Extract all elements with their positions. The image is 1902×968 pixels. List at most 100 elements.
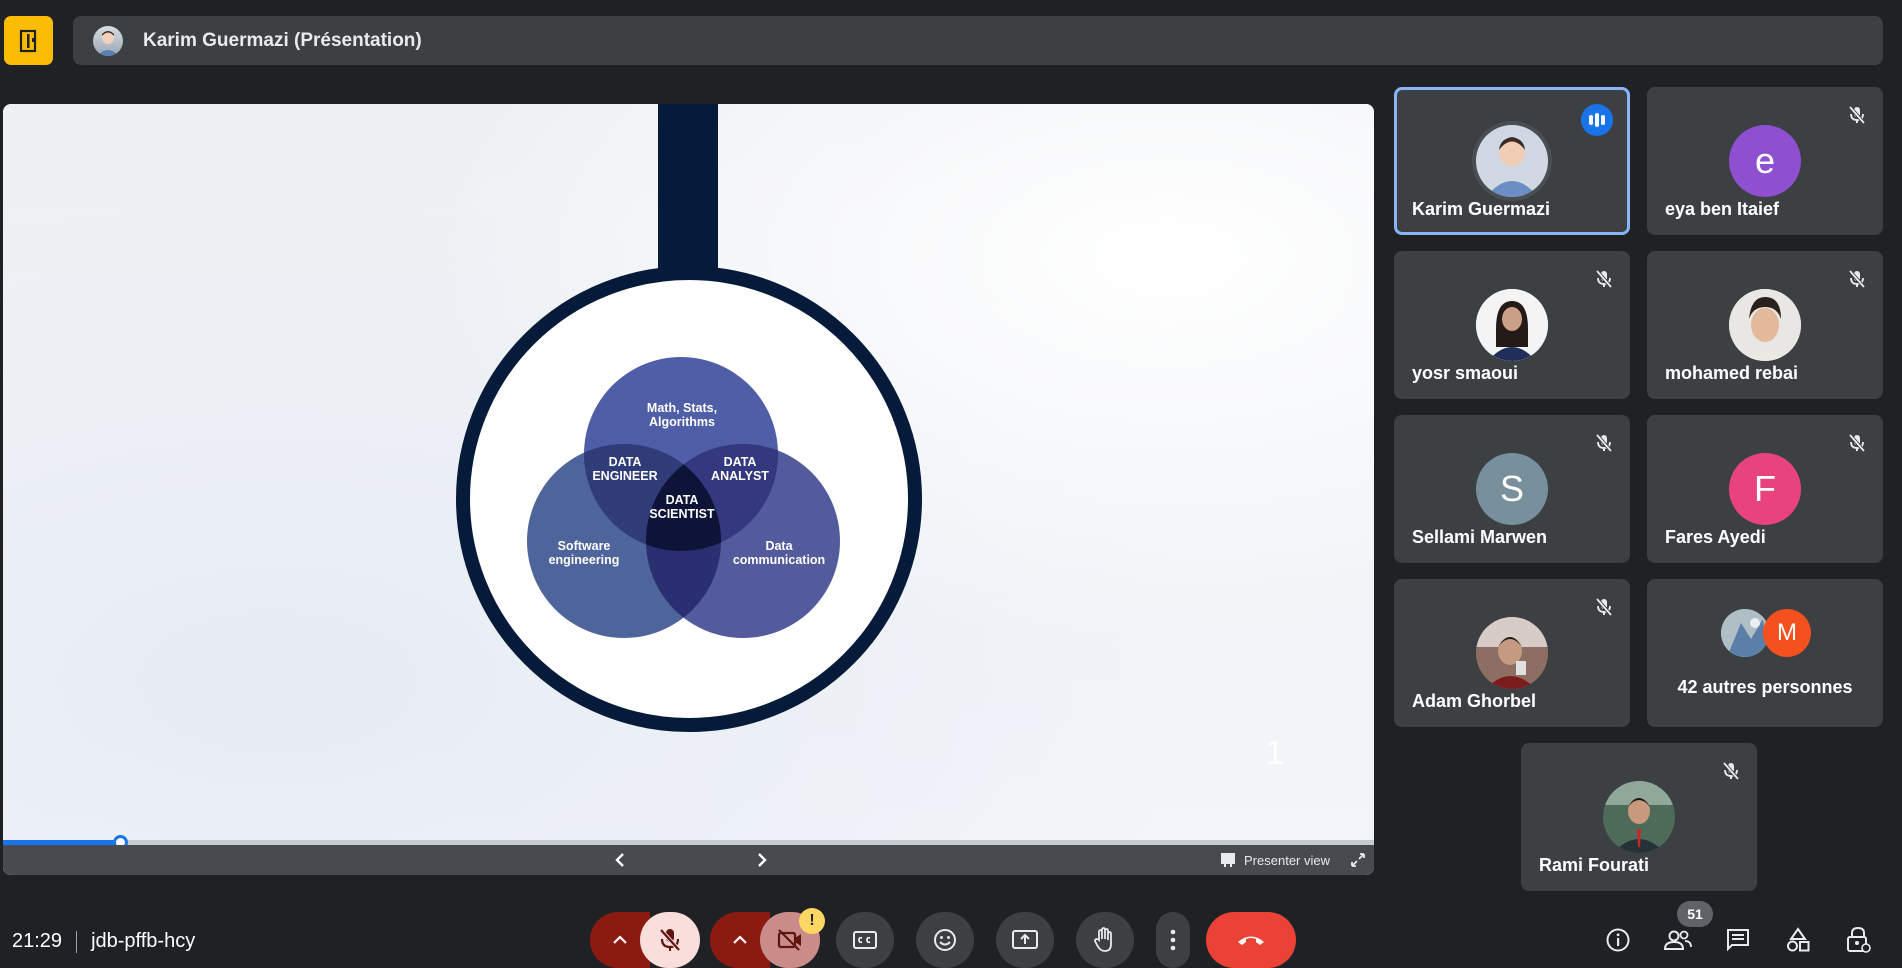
meeting-details-button[interactable] bbox=[1602, 924, 1634, 956]
people-button[interactable] bbox=[1662, 924, 1694, 956]
expand-icon bbox=[1351, 853, 1365, 867]
chevron-left-icon bbox=[615, 853, 624, 867]
chevron-up-icon bbox=[733, 935, 747, 944]
lock-person-icon bbox=[1847, 926, 1871, 953]
chat-button[interactable] bbox=[1722, 924, 1754, 956]
venn-label-math-1: Math, Stats, bbox=[647, 401, 717, 415]
slide-graphic: Math, Stats, Algorithms DATA ENGINEER DA… bbox=[456, 104, 922, 732]
mic-off-icon bbox=[1592, 431, 1616, 455]
venn-label-math-2: Algorithms bbox=[649, 415, 715, 429]
participant-name: Rami Fourati bbox=[1539, 855, 1650, 875]
pendant-rod bbox=[658, 104, 718, 279]
avatar bbox=[1476, 289, 1548, 361]
avatar bbox=[1603, 781, 1675, 853]
presenter-view-icon bbox=[1221, 853, 1236, 867]
venn-label-software-1: Software bbox=[558, 539, 611, 553]
others-count-label: 42 autres personnes bbox=[1677, 677, 1853, 697]
participant-tile-sellami[interactable]: S Sellami Marwen bbox=[1394, 415, 1630, 563]
more-vert-icon bbox=[1170, 929, 1176, 951]
participant-tile-eya[interactable]: e eya ben Itaief bbox=[1647, 87, 1883, 235]
fullscreen-button[interactable] bbox=[1348, 850, 1368, 870]
mic-off-icon bbox=[1592, 595, 1616, 619]
present-icon bbox=[1012, 930, 1038, 949]
more-options-button[interactable] bbox=[1156, 912, 1190, 968]
avatar bbox=[1729, 289, 1801, 361]
presenter-view-button[interactable]: Presenter view bbox=[1220, 845, 1330, 875]
venn-label-analyst-1: DATA bbox=[724, 455, 757, 469]
avatar: e bbox=[1729, 125, 1801, 197]
presenter-avatar bbox=[93, 25, 123, 56]
present-screen-button[interactable] bbox=[996, 912, 1054, 968]
slide-page-number: 1 bbox=[1265, 734, 1284, 772]
hang-up-icon bbox=[1238, 936, 1264, 945]
chat-icon bbox=[1727, 929, 1749, 952]
participant-tile-yosr[interactable]: yosr smaoui bbox=[1394, 251, 1630, 399]
chevron-up-icon bbox=[613, 935, 627, 944]
participant-tile-rami[interactable]: Rami Fourati bbox=[1521, 743, 1757, 891]
meet-logo-button[interactable] bbox=[4, 16, 53, 65]
participant-name: Adam Ghorbel bbox=[1412, 691, 1537, 711]
mic-off-icon bbox=[1845, 103, 1869, 127]
meeting-info: 21:29 jdb-pffb-hcy bbox=[12, 930, 195, 953]
presenter-view-label: Presenter view bbox=[1244, 852, 1330, 868]
venn-label-scientist-1: DATA bbox=[666, 493, 699, 507]
venn-label-engineer-1: DATA bbox=[609, 455, 642, 469]
participant-tile-karim[interactable]: Karim Guermazi bbox=[1394, 87, 1630, 235]
microphone-toggle-button[interactable] bbox=[640, 912, 700, 968]
audio-level-icon bbox=[1589, 113, 1605, 127]
venn-label-communication-2: communication bbox=[733, 553, 825, 567]
participant-name: mohamed rebai bbox=[1665, 363, 1799, 383]
closed-captions-icon bbox=[853, 931, 877, 949]
others-avatar-stack: M bbox=[1721, 609, 1811, 659]
camera-warning-badge[interactable]: ! bbox=[799, 908, 825, 934]
participant-name: eya ben Itaief bbox=[1665, 199, 1780, 219]
participant-name: yosr smaoui bbox=[1412, 363, 1519, 383]
venn-label-scientist-2: SCIENTIST bbox=[649, 507, 715, 521]
people-icon bbox=[1663, 930, 1692, 950]
camera-off-icon bbox=[777, 929, 801, 951]
avatar: F bbox=[1729, 453, 1801, 525]
others-avatar-initial: M bbox=[1763, 609, 1811, 657]
presenter-bar: Karim Guermazi (Présentation) bbox=[73, 16, 1883, 65]
reactions-button[interactable] bbox=[916, 912, 974, 968]
venn-label-analyst-2: ANALYST bbox=[711, 469, 769, 483]
speaking-indicator bbox=[1581, 104, 1613, 136]
activities-button[interactable] bbox=[1782, 924, 1814, 956]
hand-icon bbox=[1094, 927, 1112, 952]
participant-name: Fares Ayedi bbox=[1665, 527, 1766, 547]
previous-slide-button[interactable] bbox=[605, 845, 635, 875]
participant-name: Sellami Marwen bbox=[1412, 527, 1548, 547]
mic-off-icon bbox=[1719, 759, 1743, 783]
host-controls-button[interactable] bbox=[1842, 924, 1874, 956]
door-exit-icon bbox=[19, 29, 36, 52]
leave-call-button[interactable] bbox=[1206, 912, 1296, 968]
captions-button[interactable] bbox=[836, 912, 894, 968]
participant-tile-fares[interactable]: F Fares Ayedi bbox=[1647, 415, 1883, 563]
avatar bbox=[1476, 125, 1548, 197]
others-avatar-photo bbox=[1721, 609, 1769, 657]
others-tile[interactable]: M 42 autres personnes bbox=[1647, 579, 1883, 727]
divider bbox=[76, 930, 78, 953]
next-slide-button[interactable] bbox=[747, 845, 777, 875]
mic-off-icon bbox=[1845, 267, 1869, 291]
mic-off-icon bbox=[1592, 267, 1616, 291]
shapes-icon bbox=[1787, 927, 1810, 952]
venn-label-communication-1: Data bbox=[765, 539, 793, 553]
raise-hand-button[interactable] bbox=[1076, 912, 1134, 968]
clock-time: 21:29 bbox=[12, 930, 63, 952]
mic-off-icon bbox=[659, 928, 681, 952]
slide-controls: Presenter view bbox=[3, 845, 1374, 875]
participant-tile-adam[interactable]: Adam Ghorbel bbox=[1394, 579, 1630, 727]
participant-name: Karim Guermazi bbox=[1412, 199, 1551, 219]
venn-label-engineer-2: ENGINEER bbox=[592, 469, 657, 483]
emoji-icon bbox=[934, 929, 956, 951]
avatar: S bbox=[1476, 453, 1548, 525]
avatar bbox=[1476, 617, 1548, 689]
mic-off-icon bbox=[1845, 431, 1869, 455]
meeting-code: jdb-pffb-hcy bbox=[91, 930, 196, 952]
participant-tile-mohamed[interactable]: mohamed rebai bbox=[1647, 251, 1883, 399]
chevron-right-icon bbox=[758, 853, 767, 867]
presenter-title: Karim Guermazi (Présentation) bbox=[143, 29, 422, 51]
venn-label-software-2: engineering bbox=[549, 553, 620, 567]
info-icon bbox=[1606, 928, 1630, 952]
